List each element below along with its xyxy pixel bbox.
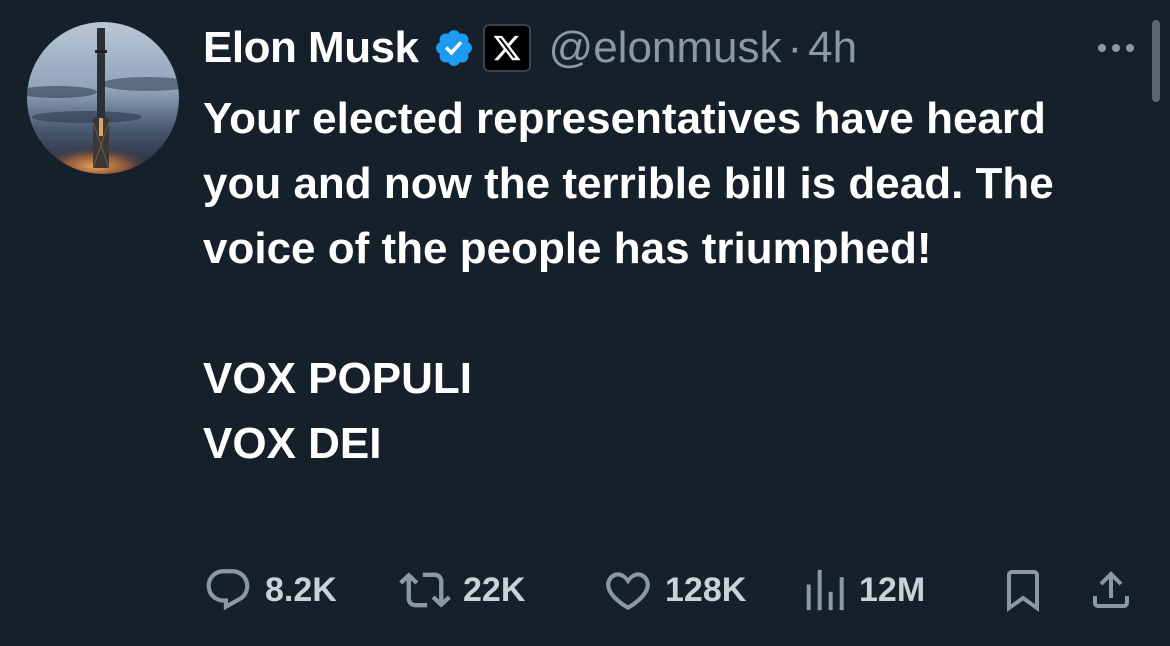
scrollbar[interactable]: [1152, 20, 1160, 102]
action-bar: 8.2K 22K 128K 12M: [203, 560, 1143, 620]
retweet-button[interactable]: 22K: [399, 560, 525, 620]
starship-avatar-image: [27, 22, 179, 174]
views-icon: [803, 565, 847, 615]
tweet-text: Your elected representatives have heard …: [203, 86, 1133, 476]
tweet-header: Elon Musk @elonmusk · 4h: [203, 18, 857, 78]
x-logo-icon[interactable]: [482, 24, 531, 72]
author-handle[interactable]: @elonmusk: [549, 23, 782, 73]
like-count: 128K: [665, 570, 747, 609]
heart-icon: [603, 565, 653, 615]
retweet-count: 22K: [463, 570, 526, 609]
avatar[interactable]: [27, 22, 179, 174]
tweet-paragraph: VOX DEI: [203, 419, 382, 468]
tweet-paragraph: Your elected representatives have heard …: [203, 94, 1054, 273]
share-icon: [1087, 564, 1135, 616]
retweet-icon: [399, 564, 451, 616]
reply-button[interactable]: 8.2K: [203, 560, 337, 620]
verified-badge-icon[interactable]: [433, 27, 475, 69]
bookmark-icon: [999, 564, 1047, 616]
author-name[interactable]: Elon Musk: [203, 23, 419, 73]
reply-count: 8.2K: [265, 570, 337, 609]
views-count: 12M: [859, 570, 926, 609]
like-button[interactable]: 128K: [603, 560, 746, 620]
share-button[interactable]: [1087, 560, 1135, 620]
separator-dot: ·: [787, 23, 803, 72]
tweet-paragraph: VOX POPULI: [203, 354, 472, 403]
views-button[interactable]: 12M: [803, 560, 925, 620]
reply-icon: [203, 565, 253, 615]
more-options-icon[interactable]: [1092, 30, 1140, 66]
tweet-timestamp[interactable]: 4h: [808, 23, 857, 73]
bookmark-button[interactable]: [999, 560, 1047, 620]
